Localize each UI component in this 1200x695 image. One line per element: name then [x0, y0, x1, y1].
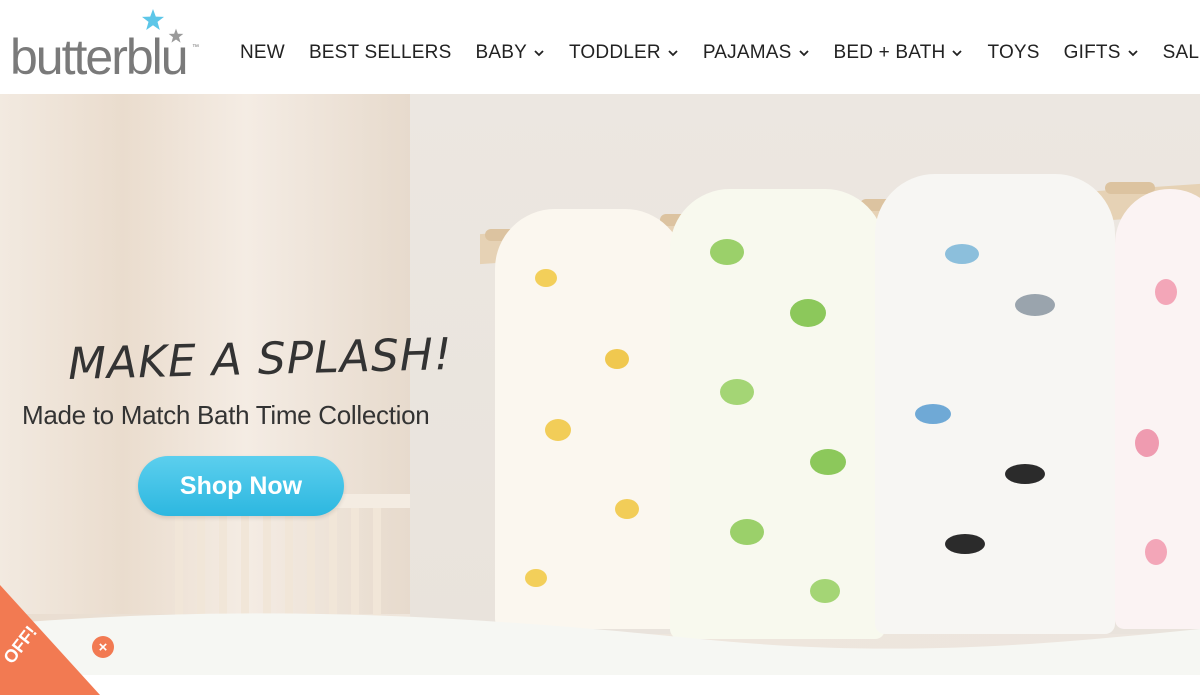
print-dot	[535, 269, 557, 287]
nav-item-toddler[interactable]: TODDLER	[569, 42, 679, 64]
nav-item-best-sellers[interactable]: BEST SELLERS	[309, 42, 452, 64]
brand-logo[interactable]: butterblu ™	[8, 9, 203, 88]
nav-item-gifts[interactable]: GIFTS	[1064, 42, 1139, 64]
print-dot	[710, 239, 744, 265]
nav-item-label: SALE	[1162, 42, 1200, 63]
site-header: butterblu ™ NEW BEST SELLERS BABY TODDLE…	[0, 0, 1200, 94]
chevron-down-icon	[798, 50, 809, 57]
robe-frog-print	[670, 189, 885, 639]
print-dot	[615, 499, 639, 519]
print-dot	[1155, 279, 1177, 305]
nav-item-bed-bath[interactable]: BED + BATH	[834, 42, 964, 64]
hero-banner[interactable]: MAKE A SPLASH! Made to Match Bath Time C…	[0, 94, 1200, 675]
print-dot	[1145, 539, 1167, 565]
robe-duck-print	[495, 209, 685, 629]
nav-item-baby[interactable]: BABY	[475, 42, 545, 64]
robe-whale-print	[875, 174, 1115, 634]
print-dot	[720, 379, 754, 405]
print-dot	[1005, 464, 1045, 484]
nav-item-pajamas[interactable]: PAJAMAS	[703, 42, 810, 64]
chevron-down-icon	[668, 50, 678, 57]
main-nav: NEW BEST SELLERS BABY TODDLER PAJAMAS BE…	[240, 38, 1200, 68]
print-dot	[945, 534, 985, 554]
hero-subline: Made to Match Bath Time Collection	[22, 400, 430, 430]
print-dot	[1015, 294, 1055, 316]
print-dot	[730, 519, 764, 545]
print-dot	[790, 299, 826, 327]
robe-flamingo-print	[1115, 189, 1200, 629]
print-dot	[810, 579, 840, 603]
peg	[1105, 182, 1155, 194]
nav-item-label: BABY	[475, 42, 527, 63]
nav-item-new[interactable]: NEW	[240, 42, 285, 64]
print-dot	[605, 349, 629, 369]
shop-now-button[interactable]: Shop Now	[138, 456, 344, 516]
chevron-down-icon	[952, 50, 963, 57]
print-dot	[810, 449, 846, 475]
print-dot	[525, 569, 547, 587]
nav-item-label: NEW	[240, 42, 285, 63]
close-promo-button[interactable]: ×	[92, 636, 114, 658]
logo-wordmark: butterblu	[10, 29, 189, 85]
chevron-down-icon	[1127, 50, 1138, 57]
nav-item-label: PAJAMAS	[702, 42, 792, 63]
nav-item-label: BED + BATH	[833, 42, 946, 63]
nav-item-label: TODDLER	[568, 42, 661, 63]
hero-headline: MAKE A SPLASH!	[67, 328, 454, 391]
discount-tab[interactable]: OFF!	[0, 585, 100, 695]
print-dot	[915, 404, 951, 424]
print-dot	[545, 419, 571, 441]
print-dot	[1135, 429, 1159, 457]
trademark-symbol: ™	[192, 44, 199, 51]
nav-item-label: TOYS	[987, 42, 1040, 63]
chevron-down-icon	[534, 50, 544, 57]
nav-item-label: BEST SELLERS	[308, 42, 452, 63]
print-dot	[945, 244, 979, 264]
nav-item-sale[interactable]: SALE	[1163, 42, 1200, 64]
nav-item-label: GIFTS	[1063, 42, 1121, 63]
nav-item-toys[interactable]: TOYS	[987, 42, 1039, 64]
